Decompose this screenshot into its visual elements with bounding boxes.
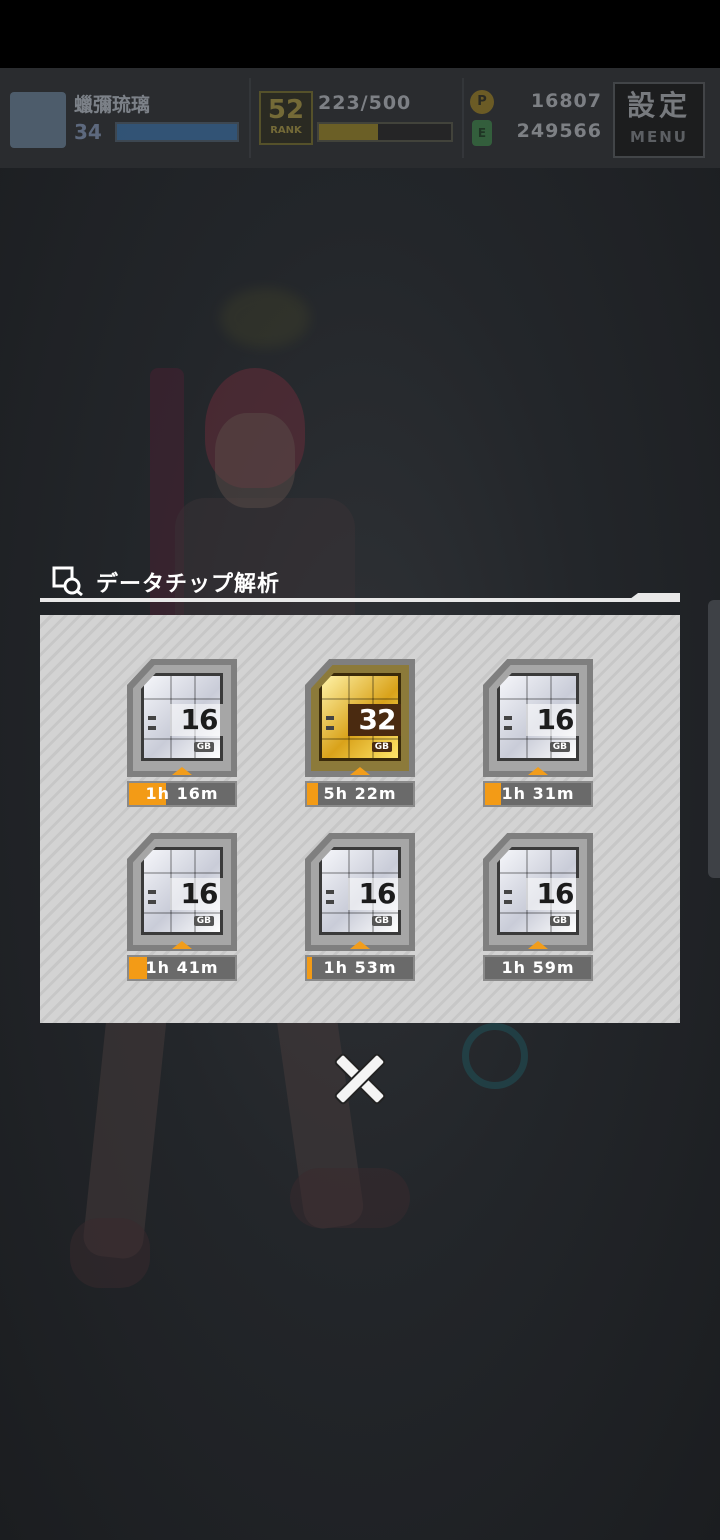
level-bar [115, 122, 239, 142]
data-chip[interactable]: 16 GB 1h 41m [127, 833, 237, 985]
data-chip[interactable]: 32 GB 5h 22m [305, 659, 415, 811]
rank-badge: 52 RANK [259, 91, 313, 145]
analysis-timer: 1h 53m [305, 955, 415, 981]
exp-bar [317, 122, 453, 142]
player-avatar [10, 92, 66, 148]
chip-capacity: 16 [526, 704, 579, 736]
chip-capacity: 16 [526, 878, 579, 910]
chip-icon: 16 GB [497, 673, 579, 761]
chip-unit: GB [193, 742, 214, 752]
data-chip[interactable]: 16 GB 1h 31m [483, 659, 593, 811]
chip-icon: 16 GB [141, 847, 223, 935]
data-chip[interactable]: 16 GB 1h 59m [483, 833, 593, 985]
chip-capacity: 32 [348, 704, 401, 736]
chip-unit: GB [193, 916, 214, 926]
close-button[interactable] [333, 1052, 387, 1106]
analysis-timer: 5h 22m [305, 781, 415, 807]
chip-icon: 16 GB [141, 673, 223, 761]
data-chip[interactable]: 16 GB 1h 53m [305, 833, 415, 985]
arrow-up-icon [528, 767, 548, 775]
chip-panel: 16 GB 1h 16m 32 GB 5h 22m 16 GB 1h 31m 1… [40, 615, 680, 1023]
coin-icon: P [470, 90, 494, 114]
chip-capacity: 16 [170, 704, 223, 736]
chip-unit: GB [371, 742, 392, 752]
analysis-timer: 1h 59m [483, 955, 593, 981]
analysis-timer: 1h 16m [127, 781, 237, 807]
top-hud: 蠟彌琉璃 34 52 RANK 223/500 P 16807 E 249566… [0, 68, 720, 168]
chip-capacity: 16 [170, 878, 223, 910]
gem-count: 249566 [516, 120, 602, 142]
timer-text: 5h 22m [323, 784, 397, 803]
timer-text: 1h 41m [145, 958, 219, 977]
chip-icon: 32 GB [319, 673, 401, 761]
analysis-timer: 1h 41m [127, 955, 237, 981]
timer-text: 1h 59m [501, 958, 575, 977]
menu-kanji: 設定 [626, 89, 691, 122]
arrow-up-icon [172, 941, 192, 949]
menu-label: MENU [630, 128, 688, 146]
menu-button[interactable]: 設定 MENU [613, 82, 705, 158]
dialog-header: データチップ解析 [40, 560, 680, 602]
dialog-title: データチップ解析 [96, 572, 281, 597]
analysis-timer: 1h 31m [483, 781, 593, 807]
chip-unit: GB [549, 916, 570, 926]
arrow-up-icon [350, 941, 370, 949]
chip-capacity: 16 [348, 878, 401, 910]
chip-unit: GB [371, 916, 392, 926]
arrow-up-icon [350, 767, 370, 775]
arrow-up-icon [528, 941, 548, 949]
data-chip[interactable]: 16 GB 1h 16m [127, 659, 237, 811]
timer-text: 1h 53m [323, 958, 397, 977]
scrollbar[interactable] [708, 600, 720, 878]
chip-search-icon [52, 566, 83, 596]
arrow-up-icon [172, 767, 192, 775]
player-name: 蠟彌琉璃 [74, 94, 151, 116]
exp-counter: 223/500 [318, 92, 412, 114]
status-bar [0, 0, 720, 68]
chip-icon: 16 GB [497, 847, 579, 935]
timer-text: 1h 31m [501, 784, 575, 803]
player-level: 34 [74, 120, 102, 144]
energy-can-icon: E [472, 120, 492, 146]
coin-count: 16807 [530, 90, 602, 112]
chip-unit: GB [549, 742, 570, 752]
chip-icon: 16 GB [319, 847, 401, 935]
timer-text: 1h 16m [145, 784, 219, 803]
